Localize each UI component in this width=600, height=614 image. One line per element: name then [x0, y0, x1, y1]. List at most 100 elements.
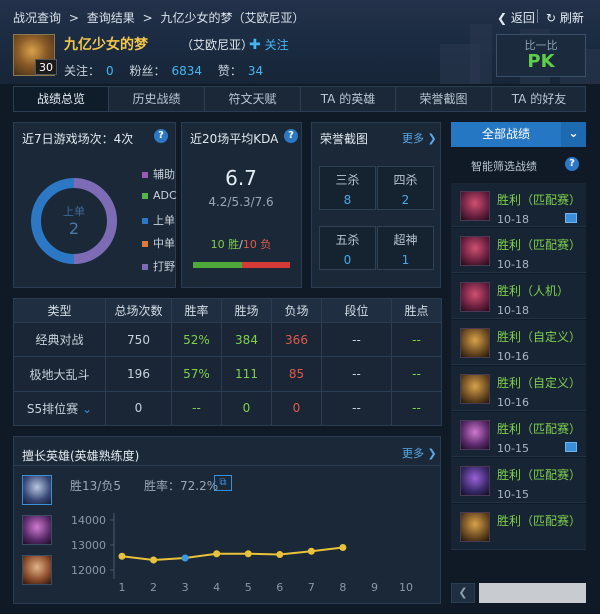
type-cell: 极地大乱斗 — [13, 356, 106, 392]
honor-penta-kill[interactable]: 五杀 0 — [319, 226, 376, 270]
honor-quadra-kill[interactable]: 四杀 2 — [377, 166, 434, 210]
heroes-more-link[interactable]: 更多 ❯ — [402, 445, 437, 461]
match-row[interactable]: 胜利（人机） 10-18 — [451, 274, 586, 319]
refresh-icon: ↻ — [546, 11, 557, 25]
more-label: 更多 — [402, 447, 424, 460]
chevron-down-icon[interactable]: ⌄ — [82, 402, 92, 416]
match-row[interactable]: 胜利（匹配赛） 10-15 — [451, 458, 586, 503]
honor-count: 8 — [343, 193, 352, 207]
legend-label: 辅助 — [153, 168, 175, 181]
table-header-row: 类型 总场次数 胜率 胜场 负场 段位 胜点 — [13, 297, 442, 324]
match-date: 10-18 — [497, 258, 529, 271]
tab-runes[interactable]: 符文天赋 — [205, 87, 301, 111]
plus-icon: ✚ — [249, 37, 261, 53]
x-tick-label: 7 — [308, 581, 315, 594]
stats-table: 类型 总场次数 胜率 胜场 负场 段位 胜点 经典对战 750 52% 384 … — [13, 297, 442, 427]
column-header: 类型 — [13, 297, 106, 324]
x-tick-label: 10 — [399, 581, 413, 594]
legend-jungle: 打野 — [142, 258, 175, 274]
column-header: 总场次数 — [105, 297, 172, 324]
x-tick-label: 9 — [371, 581, 378, 594]
column-header: 胜场 — [221, 297, 272, 324]
honor-triple-kill[interactable]: 三杀 8 — [319, 166, 376, 210]
honor-panel: 荣誉截图 更多 ❯ 三杀 8 四杀 2 五杀 0 超神 1 — [311, 122, 441, 288]
screenshot-icon[interactable] — [565, 442, 577, 452]
honor-legendary[interactable]: 超神 1 — [377, 226, 434, 270]
castle-silhouette — [470, 24, 492, 84]
hero-winrate: 胜率：72.2% — [144, 479, 219, 493]
honor-count: 1 — [401, 253, 410, 267]
profile-stats: 关注： 0 粉丝： 6834 赞： 34 — [64, 62, 275, 79]
kda-detail: 4.2/5.3/7.6 — [208, 195, 274, 209]
match-row[interactable]: 胜利（匹配赛） 10-15 — [451, 412, 586, 457]
points-cell: -- — [391, 356, 442, 392]
smart-filter-label: 智能筛选战绩 — [471, 160, 537, 173]
data-point — [339, 544, 347, 551]
copy-icon[interactable]: ⧉ — [214, 475, 232, 491]
x-tick-label: 3 — [182, 581, 189, 594]
back-button[interactable]: ❮ 返回 — [497, 9, 535, 26]
tab-friends[interactable]: TA 的好友 — [492, 87, 586, 111]
help-icon[interactable]: ? — [284, 129, 298, 143]
tab-overview[interactable]: 战绩总览 — [14, 87, 109, 111]
tab-honor[interactable]: 荣誉截图 — [396, 87, 492, 111]
champion-portrait — [460, 374, 490, 404]
match-row[interactable]: 胜利（匹配赛） 10-18 — [451, 183, 586, 227]
match-date: 10-16 — [497, 396, 529, 409]
column-header: 负场 — [271, 297, 322, 324]
honor-label: 三杀 — [335, 173, 360, 187]
all-matches-label: 全部战绩 — [481, 127, 530, 141]
donut-center-role: 上单 — [63, 205, 85, 218]
match-date: 10-15 — [497, 488, 529, 501]
match-result: 胜利（匹配赛） — [497, 238, 582, 252]
y-tick-label: 12000 — [71, 564, 106, 577]
x-tick-label: 2 — [150, 581, 157, 594]
hero-portrait[interactable] — [22, 515, 52, 545]
match-date: 10-16 — [497, 350, 529, 363]
champion-portrait — [460, 328, 490, 358]
help-icon[interactable]: ? — [565, 157, 579, 171]
x-tick-label: 1 — [119, 581, 126, 594]
legend-swatch — [142, 264, 148, 270]
kda-value: 6.7 — [225, 166, 257, 190]
tab-heroes[interactable]: TA 的英雄 — [301, 87, 396, 111]
all-matches-button[interactable]: 全部战绩 ⌄ — [451, 122, 586, 147]
hero-record: 胜13/负5 — [70, 479, 121, 493]
donut-center-count: 2 — [68, 219, 80, 238]
points-cell: -- — [391, 390, 442, 427]
breadcrumb-item[interactable]: 查询结果 — [87, 11, 135, 25]
prev-page-button[interactable]: ❮ — [451, 583, 475, 603]
honor-more-link[interactable]: 更多 ❯ — [402, 130, 437, 146]
screenshot-icon[interactable] — [565, 213, 577, 223]
table-row: S5排位赛 ⌄ 0 -- 0 0 -- -- — [13, 390, 442, 427]
match-row[interactable]: 胜利（自定义） 10-16 — [451, 366, 586, 411]
breadcrumb-item: 九亿少女的梦（艾欧尼亚） — [160, 11, 305, 25]
pk-button[interactable]: PK — [497, 51, 585, 72]
refresh-button[interactable]: ↻ 刷新 — [546, 9, 584, 26]
likes-count[interactable]: 34 — [248, 64, 263, 78]
legend-label: 打野 — [153, 260, 175, 273]
data-point — [118, 552, 126, 560]
breadcrumb-item[interactable]: 战况查询 — [13, 11, 61, 25]
win-loss-bar-fill — [193, 262, 242, 268]
match-row[interactable]: 胜利（匹配赛） — [451, 504, 586, 550]
rank-cell: -- — [321, 356, 392, 392]
help-icon[interactable]: ? — [154, 129, 168, 143]
match-row[interactable]: 胜利（自定义） 10-16 — [451, 320, 586, 365]
type-cell-ranked[interactable]: S5排位赛 ⌄ — [13, 390, 106, 427]
tab-history[interactable]: 历史战绩 — [109, 87, 205, 111]
pk-box[interactable]: 比一比 PK — [496, 34, 586, 77]
data-point — [244, 550, 252, 558]
honor-label: 五杀 — [335, 233, 360, 247]
hero-portrait-selected[interactable] — [22, 475, 52, 505]
type-cell: 经典对战 — [13, 322, 106, 358]
y-tick-label: 13000 — [71, 539, 106, 552]
match-result: 胜利（人机） — [497, 284, 570, 298]
match-row[interactable]: 胜利（匹配赛） 10-18 — [451, 228, 586, 273]
chevron-right-icon: ❯ — [424, 447, 437, 460]
hero-portrait[interactable] — [22, 555, 52, 585]
chevron-down-icon[interactable]: ⌄ — [561, 122, 586, 147]
follow-button[interactable]: ✚ 关注 — [249, 36, 289, 53]
divider — [537, 9, 538, 23]
proficiency-chart: 14000 13000 12000 1 2 3 4 5 6 7 8 9 10 — [71, 513, 413, 594]
